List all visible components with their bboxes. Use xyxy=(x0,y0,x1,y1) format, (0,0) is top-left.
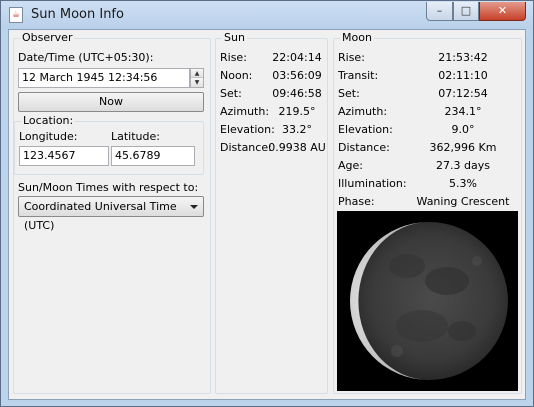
close-button[interactable]: ✕ xyxy=(479,2,526,21)
moon-distance-label: Distance: xyxy=(338,141,390,154)
longitude-field[interactable]: 123.4567 xyxy=(19,146,109,166)
minimize-button[interactable]: – xyxy=(426,2,453,21)
moon-phase-svg xyxy=(350,222,508,380)
sun-rise-value: 22:04:14 xyxy=(272,51,322,64)
window-title: Sun Moon Info xyxy=(31,7,124,22)
sun-noon-label: Noon: xyxy=(220,69,253,82)
sun-azimuth-value: 219.5° xyxy=(278,105,316,118)
moon-elevation-value: 9.0° xyxy=(451,123,475,136)
moon-phase-image xyxy=(337,211,518,391)
maximize-button[interactable]: □ xyxy=(453,2,479,21)
app-window: ☕ Sun Moon Info – □ ✕ Observer Date/Time… xyxy=(0,0,534,407)
now-button[interactable]: Now xyxy=(18,92,204,112)
moon-group-label: Moon xyxy=(340,31,374,44)
moon-transit-value: 02:11:10 xyxy=(438,69,488,82)
maximize-icon: □ xyxy=(460,4,472,17)
datetime-spinner[interactable]: ▲ ▼ xyxy=(190,68,204,88)
moon-rise-value: 21:53:42 xyxy=(438,51,488,64)
sun-distance-value: 0.9938 AU xyxy=(268,141,326,154)
moon-azimuth-label: Azimuth: xyxy=(338,105,388,118)
location-group-label: Location: xyxy=(21,114,76,127)
sun-noon-value: 03:56:09 xyxy=(272,69,322,82)
client-area: Observer Date/Time (UTC+05:30): 12 March… xyxy=(8,29,526,400)
title-bar[interactable]: ☕ Sun Moon Info – □ ✕ xyxy=(1,1,533,29)
location-group: Location: Longitude: Latitude: 123.4567 … xyxy=(14,114,204,175)
spin-down-icon[interactable]: ▼ xyxy=(191,78,203,87)
latitude-field[interactable]: 45.6789 xyxy=(111,146,195,166)
sun-group-label: Sun xyxy=(222,31,247,44)
moon-elevation-label: Elevation: xyxy=(338,123,393,136)
times-reference-dropdown[interactable]: Coordinated Universal Time (UTC) xyxy=(18,196,204,232)
moon-transit-label: Transit: xyxy=(338,69,379,82)
app-icon[interactable]: ☕ xyxy=(9,7,23,23)
minimize-icon: – xyxy=(436,4,443,17)
sun-group: Sun Rise: 22:04:14 Noon: 03:56:09 Set: 09:46:… xyxy=(215,31,328,394)
observer-group: Observer Date/Time (UTC+05:30): 12 March… xyxy=(13,31,211,394)
moon-age-label: Age: xyxy=(338,159,363,172)
dropdown-arrow-icon xyxy=(190,205,198,209)
moon-set-value: 07:12:54 xyxy=(438,87,488,100)
moon-phase-label: Phase: xyxy=(338,195,375,208)
sun-rise-label: Rise: xyxy=(220,51,247,64)
moon-age-value: 27.3 days xyxy=(436,159,490,172)
moon-illumination-label: Illumination: xyxy=(338,177,407,190)
moon-azimuth-value: 234.1° xyxy=(444,105,482,118)
moon-distance-value: 362,996 Km xyxy=(429,141,497,154)
sun-distance-label: Distance: xyxy=(220,141,272,154)
moon-illumination-value: 5.3% xyxy=(449,177,477,190)
times-reference-value: Coordinated Universal Time (UTC) xyxy=(24,200,177,232)
moon-rise-label: Rise: xyxy=(338,51,365,64)
latitude-label: Latitude: xyxy=(111,130,160,143)
moon-set-label: Set: xyxy=(338,87,360,100)
datetime-label: Date/Time (UTC+05:30): xyxy=(18,51,154,64)
observer-group-label: Observer xyxy=(20,31,75,44)
spin-up-icon[interactable]: ▲ xyxy=(191,69,203,78)
moon-phase-value: Waning Crescent xyxy=(416,195,510,208)
sun-set-label: Set: xyxy=(220,87,242,100)
close-icon: ✕ xyxy=(497,4,508,17)
sun-elevation-value: 33.2° xyxy=(282,123,312,136)
longitude-label: Longitude: xyxy=(19,130,78,143)
times-reference-label: Sun/Moon Times with respect to: xyxy=(18,181,199,194)
sun-azimuth-label: Azimuth: xyxy=(220,105,270,118)
datetime-field[interactable]: 12 March 1945 12:34:56 xyxy=(18,68,190,88)
sun-set-value: 09:46:58 xyxy=(272,87,322,100)
